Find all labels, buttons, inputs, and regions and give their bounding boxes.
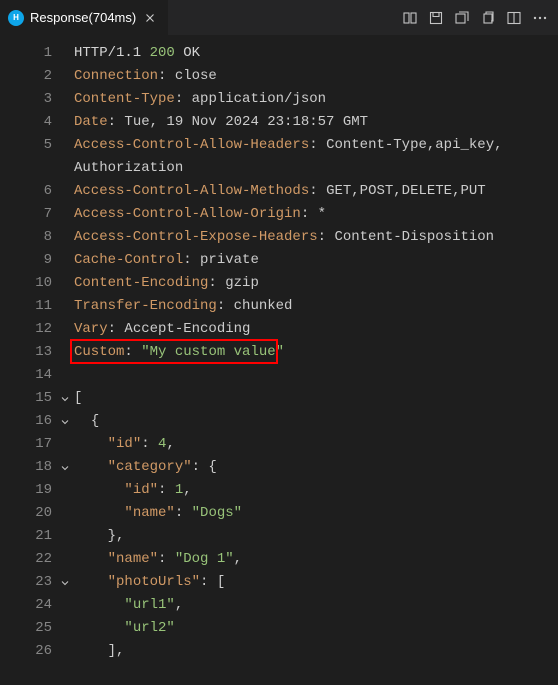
fold-toggle [56, 594, 74, 617]
code-line[interactable]: }, [74, 525, 558, 548]
fold-toggle [56, 226, 74, 249]
line-number: 10 [0, 272, 52, 295]
code-line[interactable]: Content-Type: application/json [74, 88, 558, 111]
fold-toggle [56, 341, 74, 364]
line-number: 8 [0, 226, 52, 249]
line-number: 16 [0, 410, 52, 433]
code-line[interactable]: "url2" [74, 617, 558, 640]
code-line[interactable]: "name": "Dogs" [74, 502, 558, 525]
fold-toggle [56, 157, 74, 180]
code-line[interactable]: "category": { [74, 456, 558, 479]
fold-toggle [56, 249, 74, 272]
fold-toggle [56, 502, 74, 525]
code-line[interactable]: Access-Control-Allow-Methods: GET,POST,D… [74, 180, 558, 203]
code-content[interactable]: HTTP/1.1 200 OKConnection: closeContent-… [74, 42, 558, 685]
code-line[interactable] [74, 364, 558, 387]
fold-toggle [56, 88, 74, 111]
line-number: 13 [0, 341, 52, 364]
line-number: 4 [0, 111, 52, 134]
line-number: 21 [0, 525, 52, 548]
code-line[interactable]: Date: Tue, 19 Nov 2024 23:18:57 GMT [74, 111, 558, 134]
line-number: 3 [0, 88, 52, 111]
editor-actions [398, 6, 558, 30]
fold-toggle [56, 65, 74, 88]
http-badge-icon: H [8, 10, 24, 26]
copy-icon[interactable] [476, 6, 500, 30]
fold-toggle [56, 364, 74, 387]
line-number: 15 [0, 387, 52, 410]
fold-toggle [56, 318, 74, 341]
line-number: 2 [0, 65, 52, 88]
more-actions-icon[interactable] [528, 6, 552, 30]
line-number: 26 [0, 640, 52, 663]
tab-bar: H Response(704ms) [0, 0, 558, 36]
fold-toggle [56, 134, 74, 157]
code-line[interactable]: Vary: Accept-Encoding [74, 318, 558, 341]
code-line[interactable]: Transfer-Encoding: chunked [74, 295, 558, 318]
line-number: 23 [0, 571, 52, 594]
fold-toggle [56, 617, 74, 640]
fold-toggle [56, 180, 74, 203]
line-number: 18 [0, 456, 52, 479]
line-number-gutter: 1234567891011121314151617181920212223242… [0, 42, 56, 685]
line-number: 11 [0, 295, 52, 318]
line-number: 9 [0, 249, 52, 272]
code-line[interactable]: Access-Control-Expose-Headers: Content-D… [74, 226, 558, 249]
code-line[interactable]: Authorization [74, 157, 558, 180]
fold-toggle[interactable] [56, 571, 74, 594]
tab-title: Response(704ms) [30, 10, 136, 25]
fold-toggle [56, 203, 74, 226]
code-line[interactable]: "id": 4, [74, 433, 558, 456]
fold-toggle [56, 479, 74, 502]
fold-toggle[interactable] [56, 387, 74, 410]
line-number: 17 [0, 433, 52, 456]
code-line[interactable]: "url1", [74, 594, 558, 617]
code-line[interactable]: ], [74, 640, 558, 663]
line-number: 24 [0, 594, 52, 617]
fold-toggle [56, 295, 74, 318]
fold-toggle[interactable] [56, 410, 74, 433]
code-line[interactable]: HTTP/1.1 200 OK [74, 42, 558, 65]
line-number: 5 [0, 134, 52, 157]
line-number: 6 [0, 180, 52, 203]
code-line[interactable]: Custom: "My custom value" [74, 341, 558, 364]
fold-toggle[interactable] [56, 456, 74, 479]
code-editor[interactable]: 1234567891011121314151617181920212223242… [0, 36, 558, 685]
code-line[interactable]: Content-Encoding: gzip [74, 272, 558, 295]
line-number: 19 [0, 479, 52, 502]
compare-icon[interactable] [398, 6, 422, 30]
save-icon[interactable] [424, 6, 448, 30]
line-number: 1 [0, 42, 52, 65]
code-line[interactable]: Access-Control-Allow-Origin: * [74, 203, 558, 226]
tab-response[interactable]: H Response(704ms) [0, 0, 169, 35]
close-tab-button[interactable] [142, 10, 158, 26]
code-line[interactable]: { [74, 410, 558, 433]
code-line[interactable]: "name": "Dog 1", [74, 548, 558, 571]
save-all-icon[interactable] [450, 6, 474, 30]
line-number: 7 [0, 203, 52, 226]
line-number: 14 [0, 364, 52, 387]
line-number [0, 157, 52, 180]
fold-toggle [56, 548, 74, 571]
fold-toggle [56, 42, 74, 65]
fold-toggle [56, 640, 74, 663]
fold-toggle [56, 525, 74, 548]
split-editor-icon[interactable] [502, 6, 526, 30]
code-line[interactable]: Access-Control-Allow-Headers: Content-Ty… [74, 134, 558, 157]
code-line[interactable]: [ [74, 387, 558, 410]
line-number: 20 [0, 502, 52, 525]
line-number: 12 [0, 318, 52, 341]
code-line[interactable]: Cache-Control: private [74, 249, 558, 272]
code-line[interactable]: "photoUrls": [ [74, 571, 558, 594]
fold-gutter[interactable] [56, 42, 74, 685]
line-number: 22 [0, 548, 52, 571]
line-number: 25 [0, 617, 52, 640]
code-line[interactable]: "id": 1, [74, 479, 558, 502]
code-line[interactable]: Connection: close [74, 65, 558, 88]
fold-toggle [56, 111, 74, 134]
fold-toggle [56, 433, 74, 456]
fold-toggle [56, 272, 74, 295]
